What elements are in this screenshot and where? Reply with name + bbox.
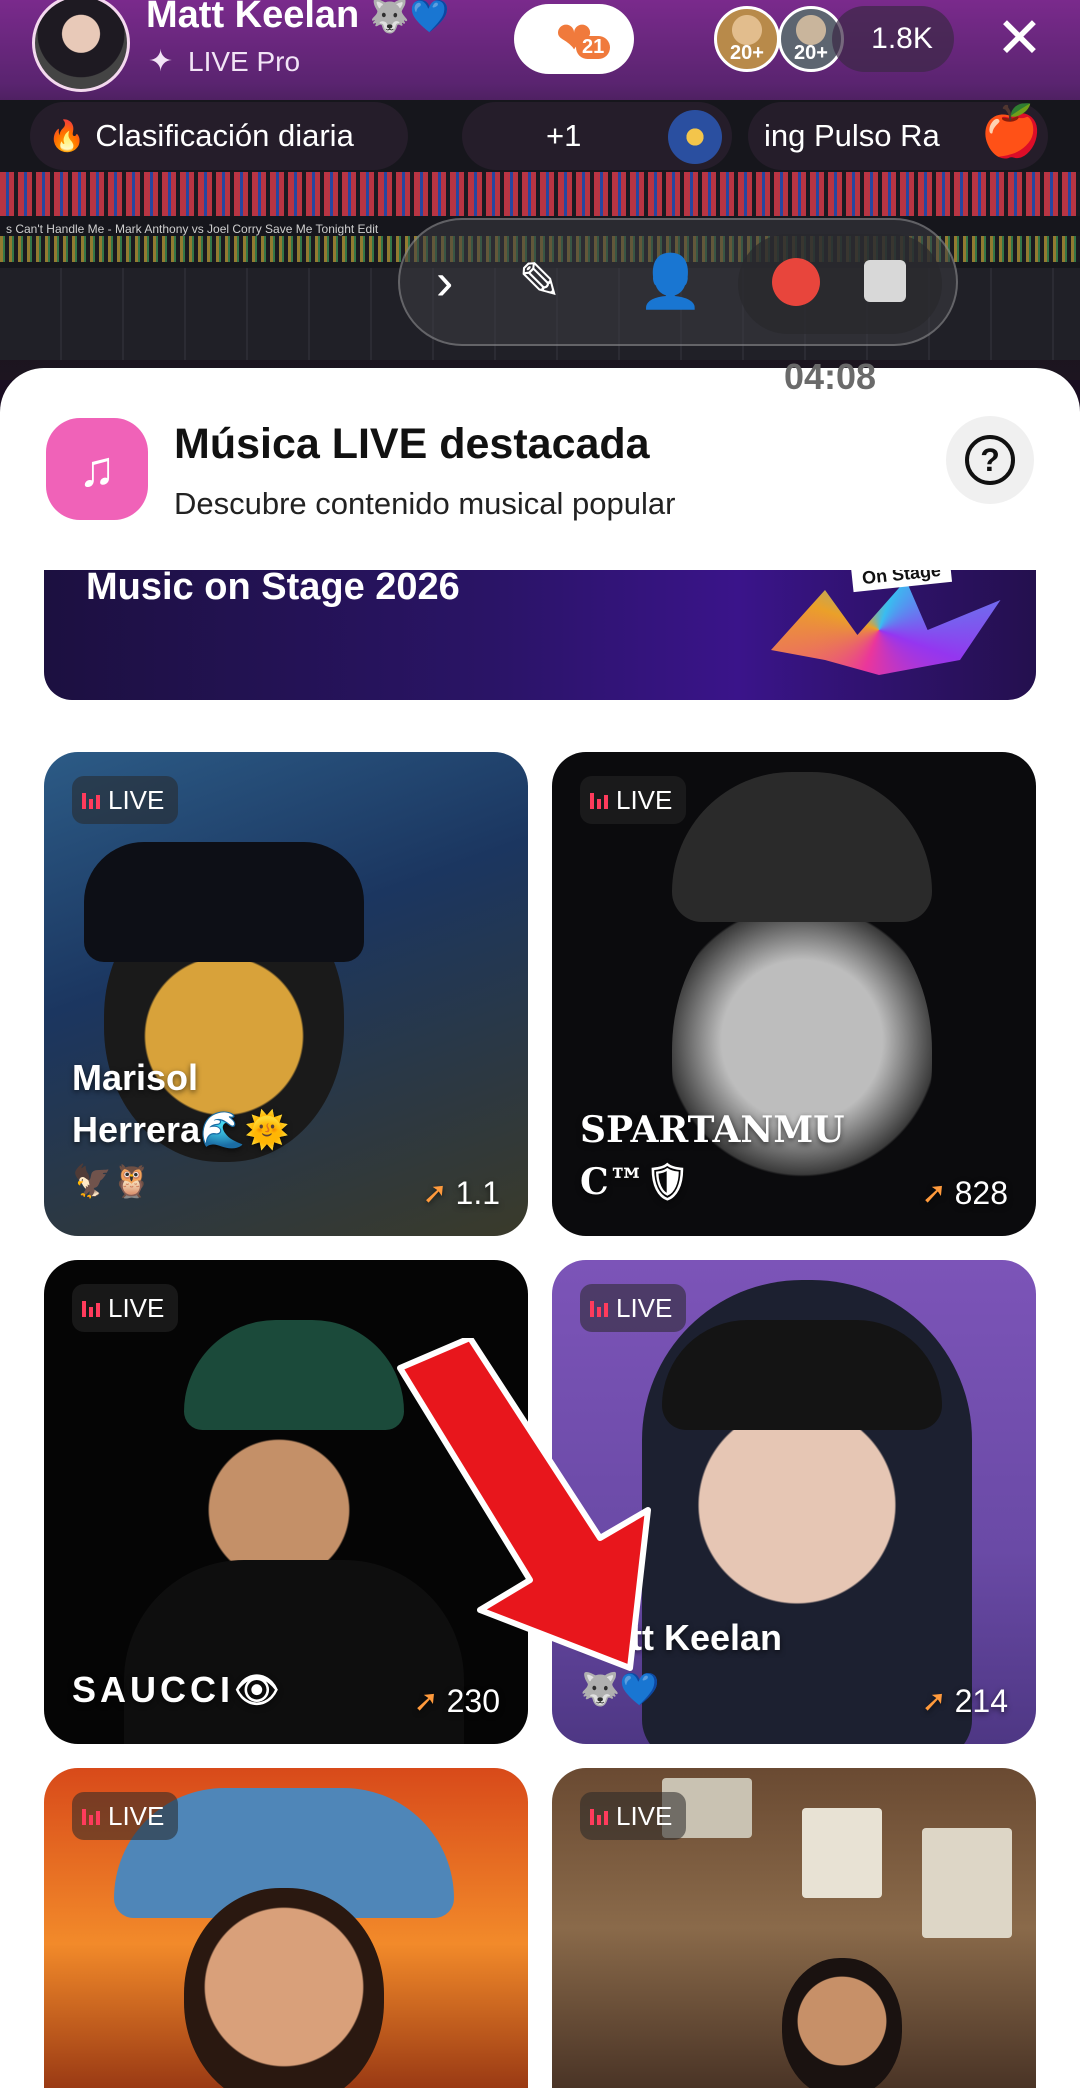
wall-frame [802,1808,882,1898]
live-bars-icon [590,791,608,809]
record-icon[interactable] [772,258,820,306]
live-badge: LIVE [580,776,687,824]
live-card[interactable]: LIVE SPARTANMU C™🛡 ➚ 828 [552,752,1036,1236]
plus-one-label: +1 [546,118,582,153]
streamer-cap [672,772,932,922]
sheet-subtitle: Descubre contenido musical popular [174,486,676,521]
dj-track-title: s Can't Handle Me - Mark Anthony vs Joel… [6,222,379,236]
live-badge: LIVE [72,1792,179,1840]
live-label: LIVE [616,1800,673,1831]
apple-gift-icon[interactable]: 🍎 [980,102,1042,161]
pen-icon[interactable]: ✎ [518,256,562,308]
viewer-count[interactable]: 1.8K [832,6,954,72]
viewer-count-value: 1.1 [455,1175,500,1211]
viewer-count-value: 214 [954,1683,1008,1719]
trend-icon: ➚ [422,1177,448,1210]
sheet-title: Música LIVE destacada [174,420,650,468]
streamer-thumbnail [184,1888,384,2088]
viewer-count: ➚ 214 [921,1683,1008,1720]
trend-icon: ➚ [921,1177,947,1210]
live-label: LIVE [108,1292,165,1323]
host-profile[interactable]: Matt Keelan 🐺💙 ✦ LIVE Pro [28,0,508,92]
live-card[interactable]: LIVE Marisol Herrera🌊🌞 🦅🦉 ➚ 1.1 [44,752,528,1236]
live-badge: LIVE [72,1284,179,1332]
live-label: LIVE [616,1292,673,1323]
live-label: LIVE [616,784,673,815]
streamer-name: SAUCCI👁 [72,1669,284,1710]
live-badge: LIVE [580,1792,687,1840]
live-bars-icon [590,1299,608,1317]
plus-one-pill[interactable]: +1 [462,102,732,170]
sparkle-icon: ✦ [148,45,174,78]
host-name: Matt Keelan [146,0,360,36]
fire-icon: 🔥 [48,119,86,153]
streamer-name-line2: Herrera🌊🌞 [72,1109,290,1150]
streamer-name: Marisol [72,1057,199,1098]
streamer-thumbnail [782,1958,902,2088]
streamer-name-line2: C™🛡 [580,1161,691,1203]
close-icon[interactable]: ✕ [996,8,1043,68]
streamer-cap [184,1320,404,1430]
viewer-list[interactable]: 20+ 20+ 1.8K [714,4,958,72]
featured-music-sheet: ♫ Música LIVE destacada Descubre conteni… [0,368,1080,2088]
help-icon: ? [965,435,1015,485]
viewer-count: ➚ 1.1 [422,1175,500,1212]
banner-graphic [771,580,1001,675]
help-button[interactable]: ? [946,416,1034,504]
plus-thumbnail [668,110,722,164]
trend-icon: ➚ [921,1685,947,1718]
daily-ranking-label: Clasificación diaria [95,118,354,153]
streamer-emoji: 🦅🦉 [72,1163,152,1199]
banner-title: Music on Stage 2026 [86,570,460,608]
live-label: LIVE [108,784,165,815]
hearts-button[interactable]: ❤ 21 [514,4,634,74]
live-label: LIVE [108,1800,165,1831]
host-name-emoji: 🐺💙 [369,0,450,34]
waveform-display [0,172,1080,216]
host-badge: LIVE Pro [188,46,301,77]
music-on-stage-banner[interactable]: Music on Stage 2026 On Stage [44,570,1036,700]
viewer-count: ➚ 828 [921,1175,1008,1212]
host-avatar[interactable] [32,0,130,92]
live-badge: LIVE [580,1284,687,1332]
stop-icon[interactable] [864,260,906,302]
daily-ranking-pill[interactable]: 🔥 Clasificación diaria [30,102,408,170]
viewer-count-value: 828 [954,1175,1008,1211]
live-stream-background: s Can't Handle Me - Mark Anthony vs Joel… [0,0,1080,380]
streamer-cap [84,842,364,962]
chevron-right-icon[interactable]: › [436,256,453,308]
live-card[interactable]: LIVE [552,1768,1036,2088]
viewer-avatar[interactable]: 20+ [714,6,780,72]
recording-controls: › ✎ 👤 [398,218,958,346]
hearts-count: 21 [576,36,611,59]
wall-frame [922,1828,1012,1938]
streamer-thumbnail [672,892,932,1222]
live-bars-icon [82,1299,100,1317]
recording-timer: 04:08 [784,356,877,397]
red-arrow-icon [397,1338,651,1671]
live-bars-icon [82,1807,100,1825]
user-icon[interactable]: 👤 [638,256,703,308]
live-badge: LIVE [72,776,179,824]
record-stop-group [738,234,942,334]
pulse-ranking-label: ing Pulso Ra [764,118,940,153]
live-card[interactable]: LIVE [44,1768,528,2088]
music-note-icon: ♫ [46,418,148,520]
streamer-hair [662,1320,942,1430]
live-bars-icon [590,1807,608,1825]
streamer-name: SPARTANMU [580,1109,845,1151]
live-bars-icon [82,791,100,809]
